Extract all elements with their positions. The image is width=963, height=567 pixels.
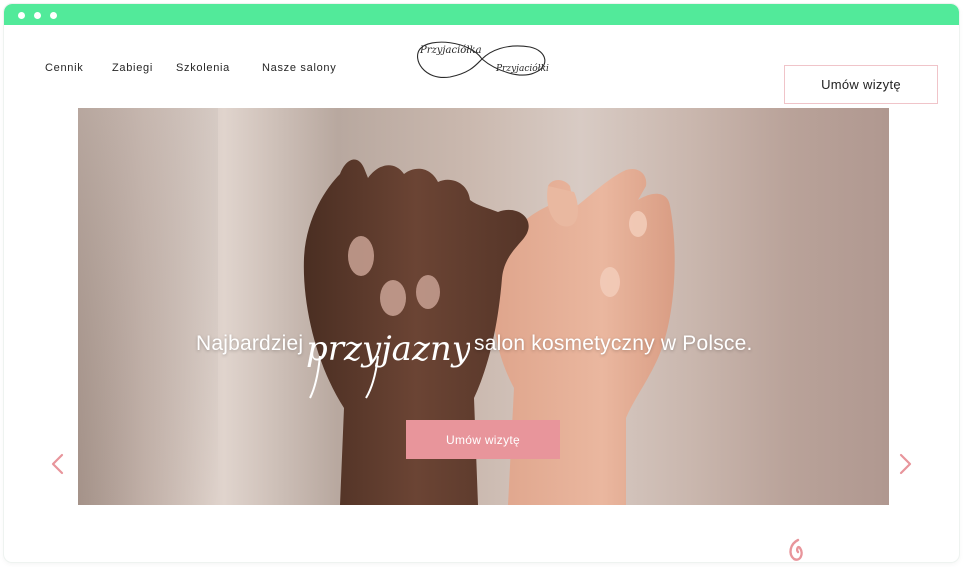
- window-dot-minimize[interactable]: [34, 12, 41, 19]
- nav-link-zabiegi[interactable]: Zabiegi: [112, 62, 153, 74]
- logo-text-line1: Przyjaciółka: [419, 45, 482, 56]
- hero-slider: Najbardziej salon kosmetyczny w Polsce. …: [78, 108, 889, 505]
- nav-link-cennik[interactable]: Cennik: [45, 62, 83, 74]
- headline-prefix: Najbardziej: [196, 332, 304, 355]
- headline-script-word: przyjazny: [306, 329, 470, 399]
- nav-link-nasze-salony[interactable]: Nasze salony: [262, 62, 336, 74]
- decorative-leaf-icon: [789, 538, 803, 561]
- window-titlebar: [4, 4, 959, 25]
- browser-window: Cennik Zabiegi Szkolenia Nasze salony Pr…: [4, 4, 959, 562]
- chevron-left-icon[interactable]: [47, 452, 69, 476]
- headline-script-text: przyjazny: [306, 329, 470, 369]
- top-navigation: Cennik Zabiegi Szkolenia Nasze salony Pr…: [4, 25, 959, 107]
- book-visit-button[interactable]: Umów wizytę: [784, 65, 938, 104]
- brand-logo[interactable]: Przyjaciółka Przyjaciółki: [410, 31, 556, 89]
- window-dot-maximize[interactable]: [50, 12, 57, 19]
- window-dot-close[interactable]: [18, 12, 25, 19]
- hero-book-visit-button[interactable]: Umów wizytę: [406, 420, 560, 459]
- nav-link-szkolenia[interactable]: Szkolenia: [176, 62, 230, 74]
- headline-suffix: salon kosmetyczny w Polsce.: [474, 332, 753, 355]
- logo-text-line2: Przyjaciółki: [495, 63, 549, 74]
- chevron-right-icon[interactable]: [894, 452, 916, 476]
